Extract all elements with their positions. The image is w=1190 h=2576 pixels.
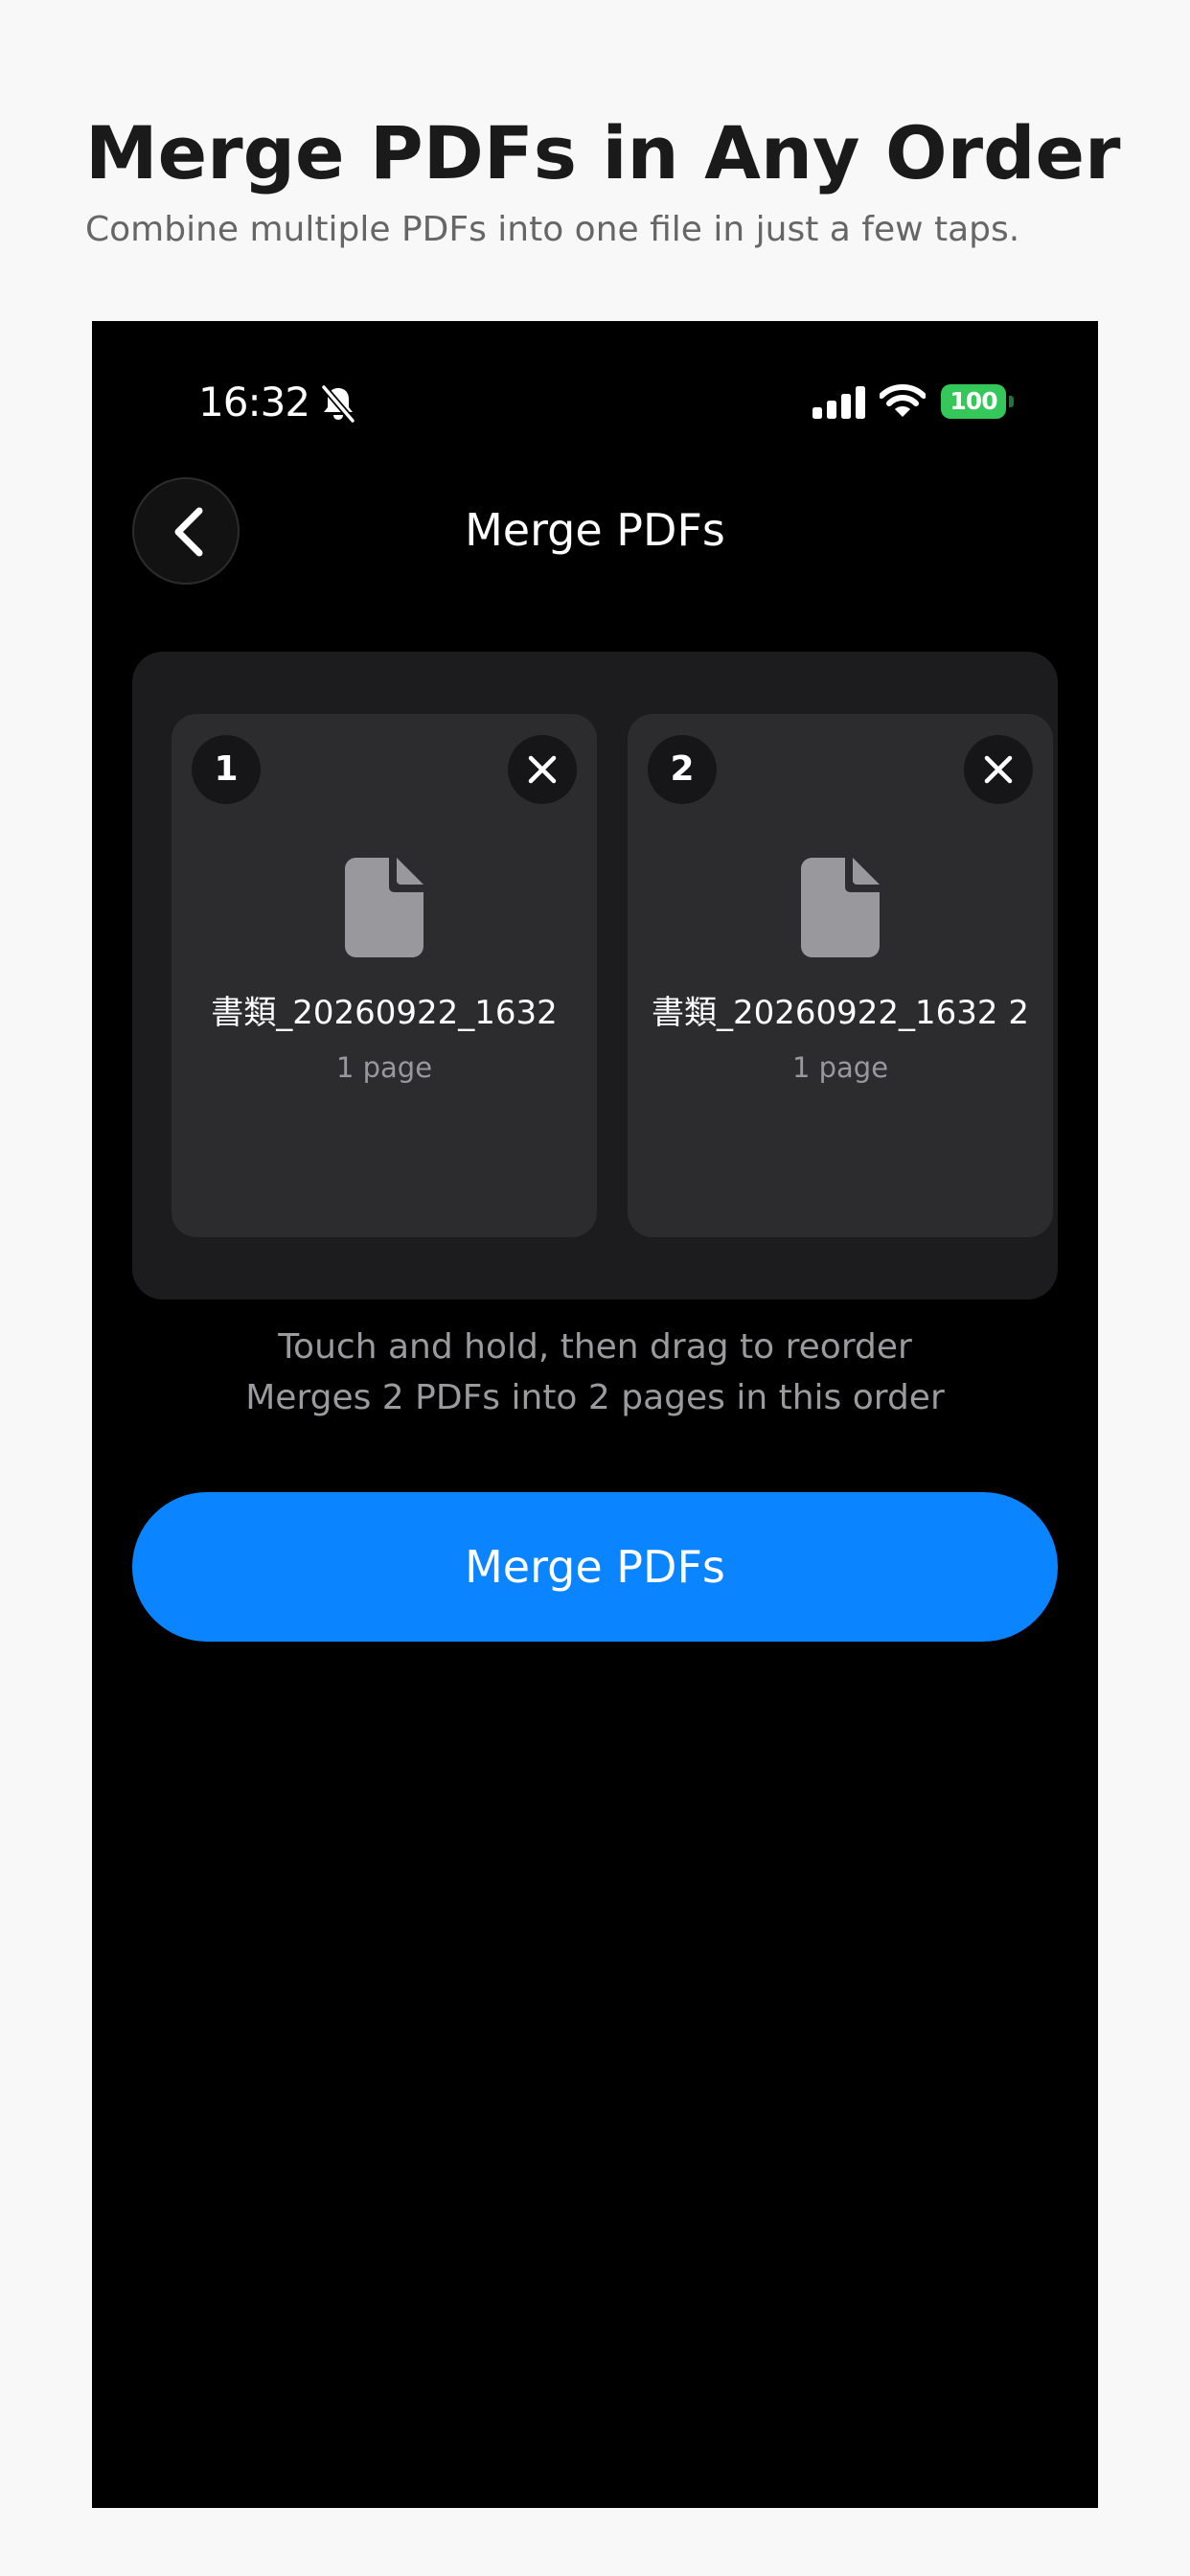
nav-title: Merge PDFs: [465, 504, 725, 556]
reorder-hint: Touch and hold, then drag to reorder: [278, 1327, 912, 1367]
promo-title: Merge PDFs in Any Order: [85, 110, 1121, 196]
battery-icon: 100: [941, 384, 1014, 419]
close-icon: [528, 755, 557, 784]
battery-level: 100: [941, 384, 1006, 419]
file-card[interactable]: 2 書類_20260922_1632 2 1 page: [628, 714, 1053, 1237]
file-page-count: 1 page: [335, 1051, 433, 1084]
promo-subtitle: Combine multiple PDFs into one file in j…: [85, 210, 1020, 249]
order-badge: 2: [648, 735, 717, 804]
document-icon: [801, 858, 880, 957]
merge-summary: Merges 2 PDFs into 2 pages in this order: [245, 1378, 945, 1417]
wifi-icon: [880, 384, 926, 417]
bell-off-icon: [321, 384, 355, 423]
file-name: 書類_20260922_1632 2: [651, 994, 1030, 1032]
file-name: 書類_20260922_1632: [211, 994, 558, 1032]
status-time: 16:32: [198, 379, 310, 426]
file-card[interactable]: 1 書類_20260922_1632 1 page: [172, 714, 597, 1237]
order-badge: 1: [192, 735, 261, 804]
merge-pdfs-button[interactable]: Merge PDFs: [132, 1492, 1058, 1642]
close-icon: [984, 755, 1013, 784]
promo-page: { "promo": { "title": "Merge PDFs in Any…: [0, 0, 1190, 2576]
files-panel: 1 書類_20260922_1632 1 page 2 書類_20260922_…: [132, 652, 1058, 1300]
remove-file-button[interactable]: [508, 735, 577, 804]
signal-icon: [812, 386, 865, 419]
battery-tip: [1009, 396, 1014, 407]
phone-screen: 16:32 100 Merge PDFs 1 書類_20260922_1632 …: [92, 321, 1098, 2508]
document-icon: [345, 858, 423, 957]
remove-file-button[interactable]: [964, 735, 1033, 804]
file-page-count: 1 page: [791, 1051, 889, 1084]
